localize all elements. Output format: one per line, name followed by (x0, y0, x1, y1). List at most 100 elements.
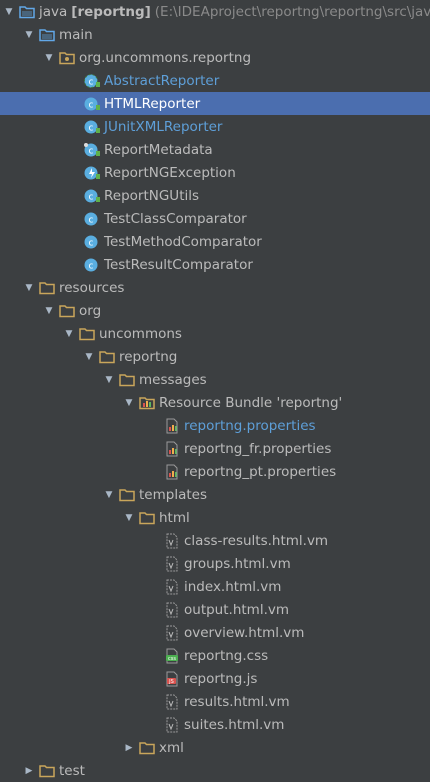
tree-node-test[interactable]: ▶ test (0, 759, 430, 782)
expand-arrow-icon[interactable]: ▼ (44, 306, 54, 316)
svg-text:c: c (89, 77, 94, 87)
svg-text:c: c (89, 238, 94, 248)
svg-text:JS: JS (168, 679, 174, 685)
tree-node-messages[interactable]: ▼ messages (0, 368, 430, 391)
tree-node-vm4[interactable]: output.html.vm (0, 598, 430, 621)
expand-arrow-icon[interactable]: ▼ (104, 490, 114, 500)
expand-arrow-icon[interactable]: ▼ (64, 329, 74, 339)
tree-node-vm6[interactable]: results.html.vm (0, 690, 430, 713)
template-file-icon (164, 717, 180, 733)
tree-node-label: reportng.css (184, 647, 269, 664)
tree-node-vm3[interactable]: index.html.vm (0, 575, 430, 598)
tree-node-label: JUnitXMLReporter (104, 118, 223, 135)
svg-text:c: c (89, 215, 94, 225)
folder-icon (79, 326, 95, 342)
tree-node-label: html (159, 509, 190, 526)
tree-node-html[interactable]: ▼ html (0, 506, 430, 529)
tree-node-resources[interactable]: ▼ resources (0, 276, 430, 299)
folder-icon (59, 303, 75, 319)
folder-icon (119, 487, 135, 503)
tree-node-label: org (79, 302, 102, 319)
collapse-arrow-icon[interactable]: ▶ (124, 743, 134, 753)
tree-node-org[interactable]: ▼ org (0, 299, 430, 322)
expand-arrow-icon[interactable]: ▼ (4, 7, 14, 17)
expand-arrow-icon[interactable]: ▼ (84, 352, 94, 362)
template-file-icon (164, 556, 180, 572)
svg-text:c: c (89, 261, 94, 271)
tree-node-label: ReportNGException (104, 164, 236, 181)
expand-arrow-icon[interactable]: ▼ (104, 375, 114, 385)
tree-node-vm5[interactable]: overview.html.vm (0, 621, 430, 644)
svg-text:c: c (89, 146, 94, 156)
tree-node-label: output.html.vm (184, 601, 290, 618)
svg-text:css: css (168, 656, 176, 662)
template-file-icon (164, 602, 180, 618)
tree-node-label: reportng_fr.properties (184, 440, 332, 457)
css-file-icon: css (164, 648, 180, 664)
tree-node-uncommons[interactable]: ▼ uncommons (0, 322, 430, 345)
expand-arrow-icon[interactable]: ▼ (124, 513, 134, 523)
tree-node-main[interactable]: ▼ main (0, 23, 430, 46)
package-icon (59, 50, 75, 66)
expand-arrow-icon[interactable]: ▼ (44, 53, 54, 63)
module-path: (E:\IDEAproject\reportng\reportng\src\ja… (154, 3, 430, 20)
tree-node-label: HTMLReporter (104, 95, 201, 112)
tree-node-prop3[interactable]: reportng_pt.properties (0, 460, 430, 483)
tree-node-label: class-results.html.vm (184, 532, 329, 549)
tree-node-label: main (59, 26, 93, 43)
tree-node-label: reportng.js (184, 670, 258, 687)
tree-node-ReportMetadata[interactable]: c ReportMetadata (0, 138, 430, 161)
tree-node-css[interactable]: css reportng.css (0, 644, 430, 667)
tree-node-vm1[interactable]: class-results.html.vm (0, 529, 430, 552)
expand-arrow-icon[interactable]: ▼ (24, 30, 34, 40)
svg-text:c: c (89, 192, 94, 202)
tree-node-reportng[interactable]: ▼ reportng (0, 345, 430, 368)
tree-node-templates[interactable]: ▼ templates (0, 483, 430, 506)
properties-file-icon (164, 464, 180, 480)
tree-node-JUnitXMLReporter[interactable]: c JUnitXMLReporter (0, 115, 430, 138)
collapse-arrow-icon[interactable]: ▶ (24, 766, 34, 776)
expand-arrow-icon[interactable]: ▼ (24, 283, 34, 293)
tree-node-pkg[interactable]: ▼ org.uncommons.reportng (0, 46, 430, 69)
tree-node-prop2[interactable]: reportng_fr.properties (0, 437, 430, 460)
tree-node-label: ReportNGUtils (104, 187, 200, 204)
tree-node-label: overview.html.vm (184, 624, 305, 641)
tree-node-label: messages (139, 371, 207, 388)
tree-node-label: test (59, 762, 85, 779)
tree-node-xml[interactable]: ▶ xml (0, 736, 430, 759)
expand-arrow-icon[interactable]: ▼ (124, 398, 134, 408)
template-file-icon (164, 579, 180, 595)
resource-bundle-icon (139, 395, 155, 411)
tree-node-js[interactable]: JS reportng.js (0, 667, 430, 690)
tree-node-prop1[interactable]: reportng.properties (0, 414, 430, 437)
class-icon: c (84, 96, 100, 112)
folder-icon (139, 740, 155, 756)
tree-node-vm2[interactable]: groups.html.vm (0, 552, 430, 575)
tree-node-label: TestClassComparator (104, 210, 247, 227)
class-icon: c (84, 119, 100, 135)
tree-node-ReportNGUtils[interactable]: c ReportNGUtils (0, 184, 430, 207)
tree-node-label: resources (59, 279, 125, 296)
svg-text:c: c (89, 123, 94, 133)
tree-node-label: index.html.vm (184, 578, 282, 595)
tree-node-TestClassComparator[interactable]: c TestClassComparator (0, 207, 430, 230)
tree-node-root[interactable]: ▼ java [reportng] (E:\IDEAproject\reportng\… (0, 0, 430, 23)
template-file-icon (164, 694, 180, 710)
tree-node-HTMLReporter[interactable]: c HTMLReporter (0, 92, 430, 115)
svg-text:c: c (89, 100, 94, 110)
template-file-icon (164, 533, 180, 549)
class-icon: c (84, 142, 100, 158)
class-icon: c (84, 188, 100, 204)
tree-node-label: xml (159, 739, 184, 756)
tree-node-AbstractReporter[interactable]: c AbstractReporter (0, 69, 430, 92)
tree-node-label: java (39, 3, 68, 20)
folder-icon (39, 280, 55, 296)
tree-node-bundle[interactable]: ▼ Resource Bundle 'reportng' (0, 391, 430, 414)
folder-icon (99, 349, 115, 365)
tree-node-TestMethodComparator[interactable]: c TestMethodComparator (0, 230, 430, 253)
tree-node-label: Resource Bundle 'reportng' (159, 394, 343, 411)
tree-node-vm7[interactable]: suites.html.vm (0, 713, 430, 736)
tree-node-label: uncommons (99, 325, 182, 342)
tree-node-TestResultComparator[interactable]: c TestResultComparator (0, 253, 430, 276)
tree-node-ReportNGException[interactable]: ReportNGException (0, 161, 430, 184)
